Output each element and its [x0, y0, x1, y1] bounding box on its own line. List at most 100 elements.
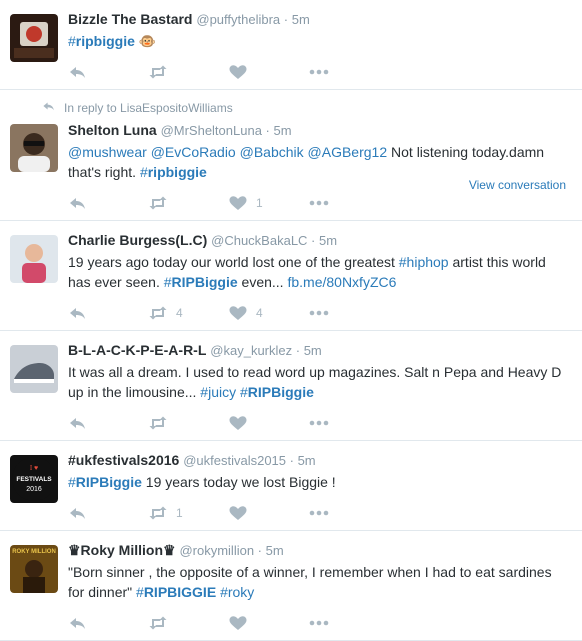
- tweet[interactable]: I ♥ FESTIVALS 2016 #ukfestivals2016 @ukfest…: [0, 441, 582, 531]
- reply-button[interactable]: [68, 195, 148, 211]
- svg-text:I ♥: I ♥: [30, 464, 38, 472]
- more-icon: [308, 505, 330, 521]
- link[interactable]: fb.me/80NxfyZC6: [287, 274, 396, 290]
- user-handle[interactable]: @MrSheltonLuna: [161, 123, 262, 138]
- user-name[interactable]: Charlie Burgess(L.C): [68, 232, 207, 248]
- user-handle[interactable]: @kay_kurklez: [210, 343, 292, 358]
- more-button[interactable]: [308, 195, 348, 211]
- user-handle[interactable]: @rokymillion: [179, 543, 254, 558]
- link[interactable]: #hiphop: [399, 254, 449, 270]
- more-button[interactable]: [308, 505, 348, 521]
- user-handle[interactable]: @ChuckBakaLC: [211, 233, 307, 248]
- tweet-actions: 1 View conversation: [68, 178, 574, 220]
- user-handle[interactable]: @ukfestivals2015: [183, 453, 286, 468]
- reply-button[interactable]: [68, 615, 148, 631]
- like-count: 4: [256, 306, 263, 320]
- user-handle[interactable]: @puffythelibra: [196, 12, 280, 27]
- like-button[interactable]: 4: [228, 305, 308, 321]
- like-button[interactable]: [228, 505, 308, 521]
- reply-button[interactable]: [68, 505, 148, 521]
- tweet-header: ♛Roky Million♛ @rokymillion · 5m: [68, 541, 574, 560]
- retweet-button[interactable]: [148, 615, 228, 631]
- reply-button[interactable]: [68, 305, 148, 321]
- retweet-icon: [148, 415, 168, 431]
- avatar[interactable]: [10, 124, 58, 172]
- timestamp[interactable]: 5m: [266, 543, 284, 558]
- like-button[interactable]: [228, 415, 308, 431]
- hashtag-link[interactable]: #RIPBIGGIE: [136, 584, 216, 600]
- heart-icon: [228, 64, 248, 80]
- timestamp[interactable]: 5m: [298, 453, 316, 468]
- timestamp[interactable]: 5m: [319, 233, 337, 248]
- svg-text:FESTIVALS: FESTIVALS: [16, 476, 52, 483]
- avatar[interactable]: [10, 235, 58, 283]
- hashtag-symbol: #: [68, 474, 76, 490]
- like-button[interactable]: [228, 64, 308, 80]
- reply-button[interactable]: [68, 415, 148, 431]
- timestamp[interactable]: 5m: [274, 123, 292, 138]
- avatar[interactable]: [10, 345, 58, 393]
- reply-icon: [68, 195, 88, 211]
- timestamp[interactable]: 5m: [304, 343, 322, 358]
- avatar[interactable]: I ♥ FESTIVALS 2016: [10, 455, 58, 503]
- retweet-button[interactable]: 4: [148, 305, 228, 321]
- timestamp[interactable]: 5m: [292, 12, 310, 27]
- avatar[interactable]: [10, 14, 58, 62]
- more-icon: [308, 305, 330, 321]
- retweet-icon: [148, 505, 168, 521]
- reply-icon: [68, 305, 88, 321]
- tweet[interactable]: Charlie Burgess(L.C) @ChuckBakaLC · 5m 19…: [0, 221, 582, 331]
- hashtag-link[interactable]: #ripbiggie: [140, 164, 207, 180]
- user-name[interactable]: Bizzle The Bastard: [68, 11, 192, 27]
- text-segment: even...: [237, 274, 288, 290]
- separator-dot: ·: [254, 543, 266, 558]
- separator-dot: ·: [307, 233, 319, 248]
- tweet-header: Charlie Burgess(L.C) @ChuckBakaLC · 5m: [68, 231, 574, 250]
- link[interactable]: @AGBerg12: [308, 144, 388, 160]
- tweet[interactable]: Bizzle The Bastard @puffythelibra · 5m #r…: [0, 0, 582, 90]
- hashtag-text: RIPBiggie: [247, 384, 314, 400]
- link[interactable]: @Babchik: [240, 144, 304, 160]
- retweet-icon: [148, 305, 168, 321]
- tweet-actions: 44: [68, 296, 574, 330]
- reply-button[interactable]: [68, 64, 148, 80]
- hashtag-symbol: #: [136, 584, 144, 600]
- hashtag-link[interactable]: #RIPBiggie: [164, 274, 238, 290]
- retweet-count: 1: [176, 506, 183, 520]
- user-name[interactable]: Shelton Luna: [68, 122, 157, 138]
- retweet-button[interactable]: [148, 64, 228, 80]
- link[interactable]: @mushwear: [68, 144, 147, 160]
- retweet-button[interactable]: [148, 415, 228, 431]
- separator-dot: ·: [292, 343, 304, 358]
- heart-icon: [228, 615, 248, 631]
- separator-dot: ·: [261, 123, 274, 138]
- hashtag-symbol: #: [163, 274, 172, 290]
- hashtag-link[interactable]: #RIPBiggie: [68, 474, 142, 490]
- tweet[interactable]: B-L-A-C-K-P-E-A-R-L @kay_kurklez · 5m It …: [0, 331, 582, 441]
- user-name[interactable]: ♛Roky Million♛: [68, 542, 176, 558]
- link[interactable]: #juicy: [200, 384, 236, 400]
- tweet-text: 19 years ago today our world lost one of…: [68, 252, 574, 292]
- user-name[interactable]: B-L-A-C-K-P-E-A-R-L: [68, 342, 206, 358]
- more-button[interactable]: [308, 305, 348, 321]
- avatar[interactable]: ROKY MILLION: [10, 545, 58, 593]
- tweet[interactable]: ROKY MILLION ♛Roky Million♛ @rokymillion …: [0, 531, 582, 641]
- link[interactable]: @EvCoRadio: [151, 144, 236, 160]
- user-name[interactable]: #ukfestivals2016: [68, 452, 179, 468]
- more-button[interactable]: [308, 415, 348, 431]
- tweet[interactable]: In reply to LisaEspositoWilliams Shelton …: [0, 90, 582, 221]
- retweet-button[interactable]: [148, 195, 228, 211]
- like-button[interactable]: 1: [228, 195, 308, 211]
- hashtag-link[interactable]: #ripbiggie: [68, 33, 135, 49]
- link[interactable]: #roky: [220, 584, 254, 600]
- tweet-actions: [68, 606, 574, 640]
- retweet-button[interactable]: 1: [148, 505, 228, 521]
- like-button[interactable]: [228, 615, 308, 631]
- reply-context-icon: [42, 100, 64, 115]
- more-button[interactable]: [308, 64, 348, 80]
- view-conversation-link[interactable]: View conversation: [469, 178, 566, 192]
- hashtag-link[interactable]: #RIPBiggie: [240, 384, 314, 400]
- more-button[interactable]: [308, 615, 348, 631]
- text-segment: It was all a dream. I used to read word …: [68, 364, 562, 400]
- reply-context[interactable]: In reply to LisaEspositoWilliams: [42, 100, 574, 115]
